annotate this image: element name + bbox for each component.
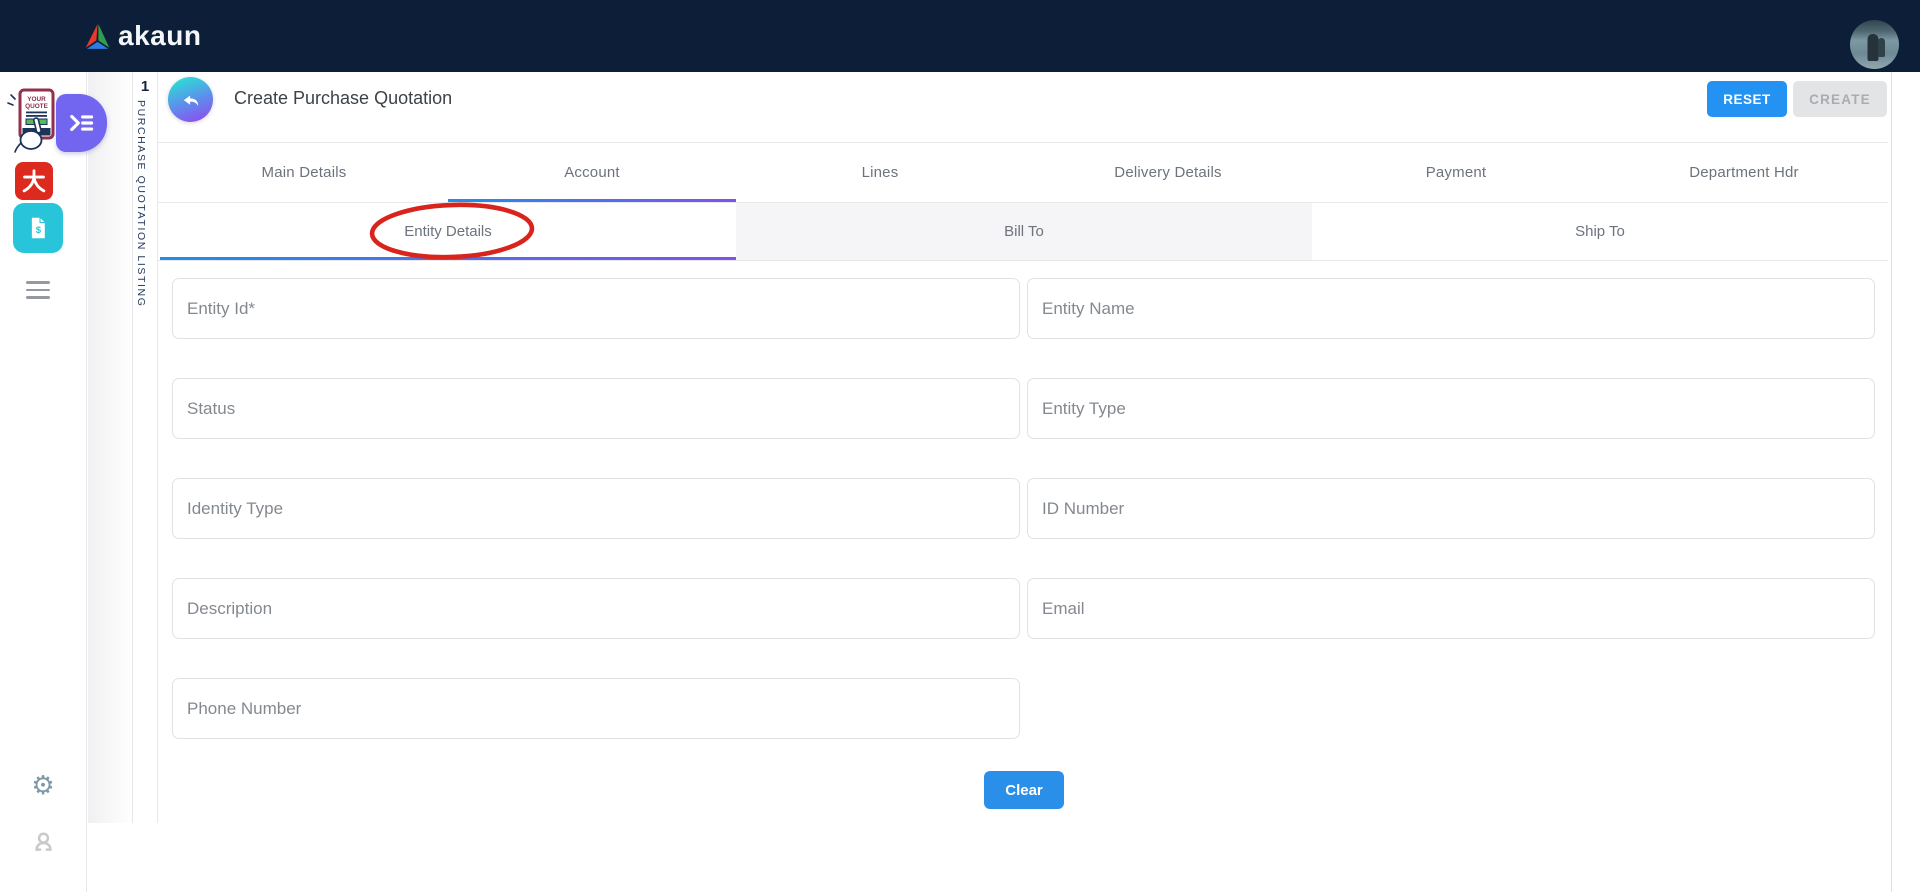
avatar-figure-2 xyxy=(1877,37,1885,57)
divider xyxy=(157,72,158,823)
topbar: akaun xyxy=(0,0,1920,72)
listing-index: 1 xyxy=(140,78,150,95)
back-arrow-icon xyxy=(183,95,198,106)
account-subtabs: Entity Details Bill To Ship To xyxy=(160,203,1888,261)
brand-logo[interactable]: akaun xyxy=(84,20,201,52)
divider xyxy=(158,260,1888,261)
tab-delivery-details[interactable]: Delivery Details xyxy=(1024,142,1312,202)
entity-type-field[interactable] xyxy=(1027,378,1875,439)
subtab-bill-to[interactable]: Bill To xyxy=(736,203,1312,260)
tab-main-details[interactable]: Main Details xyxy=(160,142,448,202)
scrollbar-gutter-divider xyxy=(1891,72,1892,892)
akaun-triangle-icon xyxy=(85,23,110,49)
sidebar-item-purchase-quotation-app[interactable]: YOUR QUOTE xyxy=(6,88,60,154)
svg-text:YOUR: YOUR xyxy=(27,96,46,103)
subtab-ship-to[interactable]: Ship To xyxy=(1312,203,1888,260)
divider xyxy=(132,72,133,823)
email-field[interactable] xyxy=(1027,578,1875,639)
sidebar-item-dah-sing-app[interactable] xyxy=(15,162,53,200)
expand-menu-icon xyxy=(69,114,93,132)
tab-department-hdr[interactable]: Department Hdr xyxy=(1600,142,1888,202)
sidebar-item-billing-doc-app[interactable]: $ xyxy=(13,203,63,253)
avatar-figure xyxy=(1867,33,1879,61)
tab-account[interactable]: Account xyxy=(448,142,736,203)
create-button[interactable]: CREATE xyxy=(1793,81,1887,117)
purchase-quote-tablet-icon: YOUR QUOTE xyxy=(7,88,55,153)
tab-payment[interactable]: Payment xyxy=(1312,142,1600,202)
svg-text:$: $ xyxy=(36,225,42,236)
svg-text:QUOTE: QUOTE xyxy=(25,103,48,110)
status-field[interactable] xyxy=(172,378,1020,439)
settings-gear-icon[interactable]: ⚙ xyxy=(20,772,66,798)
reset-button[interactable]: RESET xyxy=(1707,81,1787,117)
user-profile-icon[interactable] xyxy=(22,830,64,858)
entity-name-field[interactable] xyxy=(1027,278,1875,339)
phone-number-field[interactable] xyxy=(172,678,1020,739)
brand-name: akaun xyxy=(118,20,202,51)
page-title: Create Purchase Quotation xyxy=(234,88,453,108)
description-field[interactable] xyxy=(172,578,1020,639)
back-button[interactable] xyxy=(168,77,213,122)
listing-strip-label[interactable]: PURCHASE QUOTATION LISTING xyxy=(135,100,147,307)
app-list-menu-icon[interactable] xyxy=(26,281,50,299)
app-window: akaun YOUR QUOTE $ ⚙ 1 PURCHASE QUOTATIO… xyxy=(0,0,1920,892)
panel-shadow xyxy=(88,72,132,823)
id-number-field[interactable] xyxy=(1027,478,1875,539)
tab-lines[interactable]: Lines xyxy=(736,142,1024,202)
user-avatar[interactable] xyxy=(1850,20,1899,69)
app-sidebar: YOUR QUOTE $ ⚙ xyxy=(0,72,107,892)
entity-id-field[interactable] xyxy=(172,278,1020,339)
entity-details-form xyxy=(172,278,1875,739)
main-tabs: Main Details Account Lines Delivery Deta… xyxy=(160,142,1888,203)
clear-button[interactable]: Clear xyxy=(984,771,1064,809)
identity-type-field[interactable] xyxy=(172,478,1020,539)
dollar-document-icon: $ xyxy=(31,217,45,239)
chinese-character-da-icon xyxy=(22,169,46,193)
person-outline-icon xyxy=(34,832,52,851)
subtab-entity-details[interactable]: Entity Details xyxy=(160,203,736,261)
